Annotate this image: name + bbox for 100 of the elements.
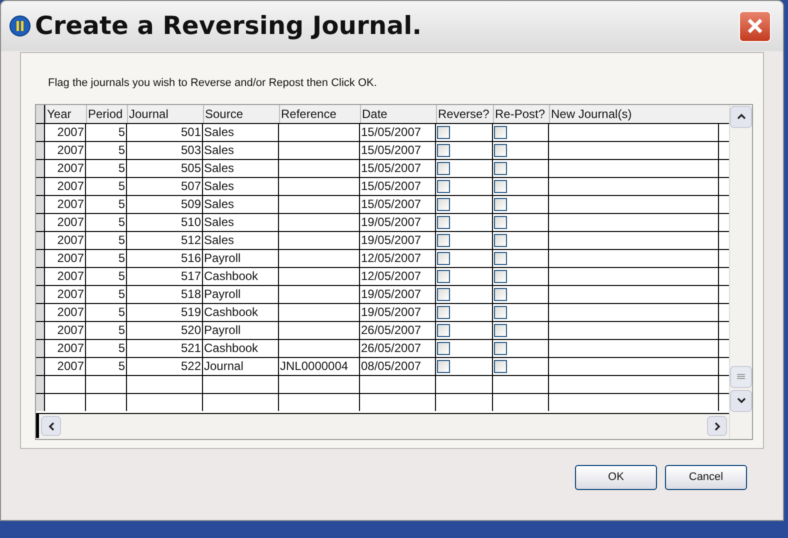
column-header[interactable]: New Journal(s) [549, 104, 719, 122]
checkbox[interactable] [494, 288, 507, 300]
row-header[interactable] [36, 196, 45, 212]
table-cell: 507 [127, 178, 203, 194]
vertical-scrollbar[interactable] [729, 104, 752, 438]
table-cell: 5 [86, 304, 127, 320]
table-cell: 15/05/2007 [360, 196, 436, 212]
checkbox[interactable] [437, 252, 450, 264]
table-cell: 2007 [45, 178, 86, 194]
checkbox[interactable] [494, 180, 507, 192]
table-cell: 519 [127, 304, 203, 320]
checkbox[interactable] [437, 342, 450, 354]
table-cell: Sales [203, 178, 279, 194]
column-header[interactable]: Re-Post? [493, 104, 549, 122]
checkbox[interactable] [494, 342, 507, 354]
checkbox[interactable] [494, 306, 507, 318]
checkbox[interactable] [494, 162, 507, 174]
table-cell: 521 [127, 340, 203, 356]
row-header[interactable] [36, 322, 45, 338]
checkbox[interactable] [494, 324, 507, 336]
checkbox[interactable] [437, 306, 450, 318]
window-title: Create a Reversing Journal. [35, 10, 422, 42]
table-cell: 520 [127, 322, 203, 338]
table-cell: 5 [86, 196, 127, 212]
close-icon [746, 17, 764, 35]
table-cell: Payroll [203, 250, 279, 266]
row-header[interactable] [36, 232, 45, 248]
row-header[interactable] [36, 376, 45, 392]
instruction-text: Flag the journals you wish to Reverse and/or Repost then Click OK. [48, 76, 378, 91]
checkbox[interactable] [494, 270, 507, 282]
checkbox[interactable] [437, 162, 450, 174]
scroll-up-button[interactable] [730, 106, 752, 128]
scroll-thumb[interactable] [730, 366, 752, 388]
row-header[interactable] [36, 124, 45, 140]
column-header[interactable]: Reference [279, 104, 360, 122]
table-cell: JNL0000004 [279, 358, 360, 374]
table-cell: 516 [127, 250, 203, 266]
checkbox[interactable] [494, 234, 507, 246]
checkbox[interactable] [494, 216, 507, 228]
row-header[interactable] [36, 214, 45, 230]
column-header[interactable]: Year [45, 104, 86, 122]
checkbox[interactable] [437, 126, 450, 138]
table-cell: 19/05/2007 [360, 214, 436, 230]
scroll-left-button[interactable] [41, 416, 61, 436]
table-cell: Sales [203, 232, 279, 248]
checkbox[interactable] [437, 360, 450, 372]
checkbox[interactable] [437, 270, 450, 282]
column-header[interactable]: Period [86, 104, 127, 122]
row-header[interactable] [36, 358, 45, 374]
table-cell: 518 [127, 286, 203, 302]
table-cell: Sales [203, 214, 279, 230]
column-header[interactable]: Reverse? [436, 104, 493, 122]
table-cell: 501 [127, 124, 203, 140]
table-cell: 15/05/2007 [360, 178, 436, 194]
table-cell: 2007 [45, 340, 86, 356]
close-button[interactable] [739, 10, 771, 42]
chevron-up-icon [736, 113, 746, 120]
table-cell: 2007 [45, 124, 86, 140]
table-cell: 5 [86, 178, 127, 194]
scroll-down-button[interactable] [730, 390, 752, 412]
table-cell: 2007 [45, 322, 86, 338]
row-header[interactable] [36, 268, 45, 284]
checkbox[interactable] [494, 360, 507, 372]
row-header[interactable] [36, 178, 45, 194]
checkbox[interactable] [494, 252, 507, 264]
table-cell: 19/05/2007 [360, 304, 436, 320]
row-header[interactable] [36, 250, 45, 266]
row-header[interactable] [36, 142, 45, 158]
table-cell: 5 [86, 214, 127, 230]
row-header[interactable] [36, 340, 45, 356]
row-header[interactable] [36, 160, 45, 176]
checkbox[interactable] [437, 180, 450, 192]
checkbox[interactable] [437, 234, 450, 246]
checkbox[interactable] [437, 144, 450, 156]
checkbox[interactable] [437, 216, 450, 228]
table-cell: Cashbook [203, 340, 279, 356]
checkbox[interactable] [437, 324, 450, 336]
table-cell: Sales [203, 142, 279, 158]
table-cell: 2007 [45, 142, 86, 158]
table-cell: 509 [127, 196, 203, 212]
row-header[interactable] [36, 304, 45, 320]
column-header[interactable]: Source [203, 104, 279, 122]
checkbox[interactable] [437, 198, 450, 210]
table-cell: 19/05/2007 [360, 286, 436, 302]
checkbox[interactable] [437, 288, 450, 300]
row-header[interactable] [36, 286, 45, 302]
checkbox[interactable] [494, 198, 507, 210]
table-cell: Journal [203, 358, 279, 374]
ok-button[interactable]: OK [575, 465, 657, 490]
cancel-button[interactable]: Cancel [665, 465, 747, 490]
row-header[interactable] [36, 394, 45, 410]
column-header[interactable]: Date [360, 104, 436, 122]
column-header[interactable]: Journal [127, 104, 203, 122]
table-cell: Cashbook [203, 268, 279, 284]
table-cell: 510 [127, 214, 203, 230]
checkbox[interactable] [494, 144, 507, 156]
horizontal-scrollbar[interactable] [36, 412, 729, 438]
checkbox[interactable] [494, 126, 507, 138]
scroll-right-button[interactable] [707, 416, 727, 436]
table-cell: 2007 [45, 250, 86, 266]
